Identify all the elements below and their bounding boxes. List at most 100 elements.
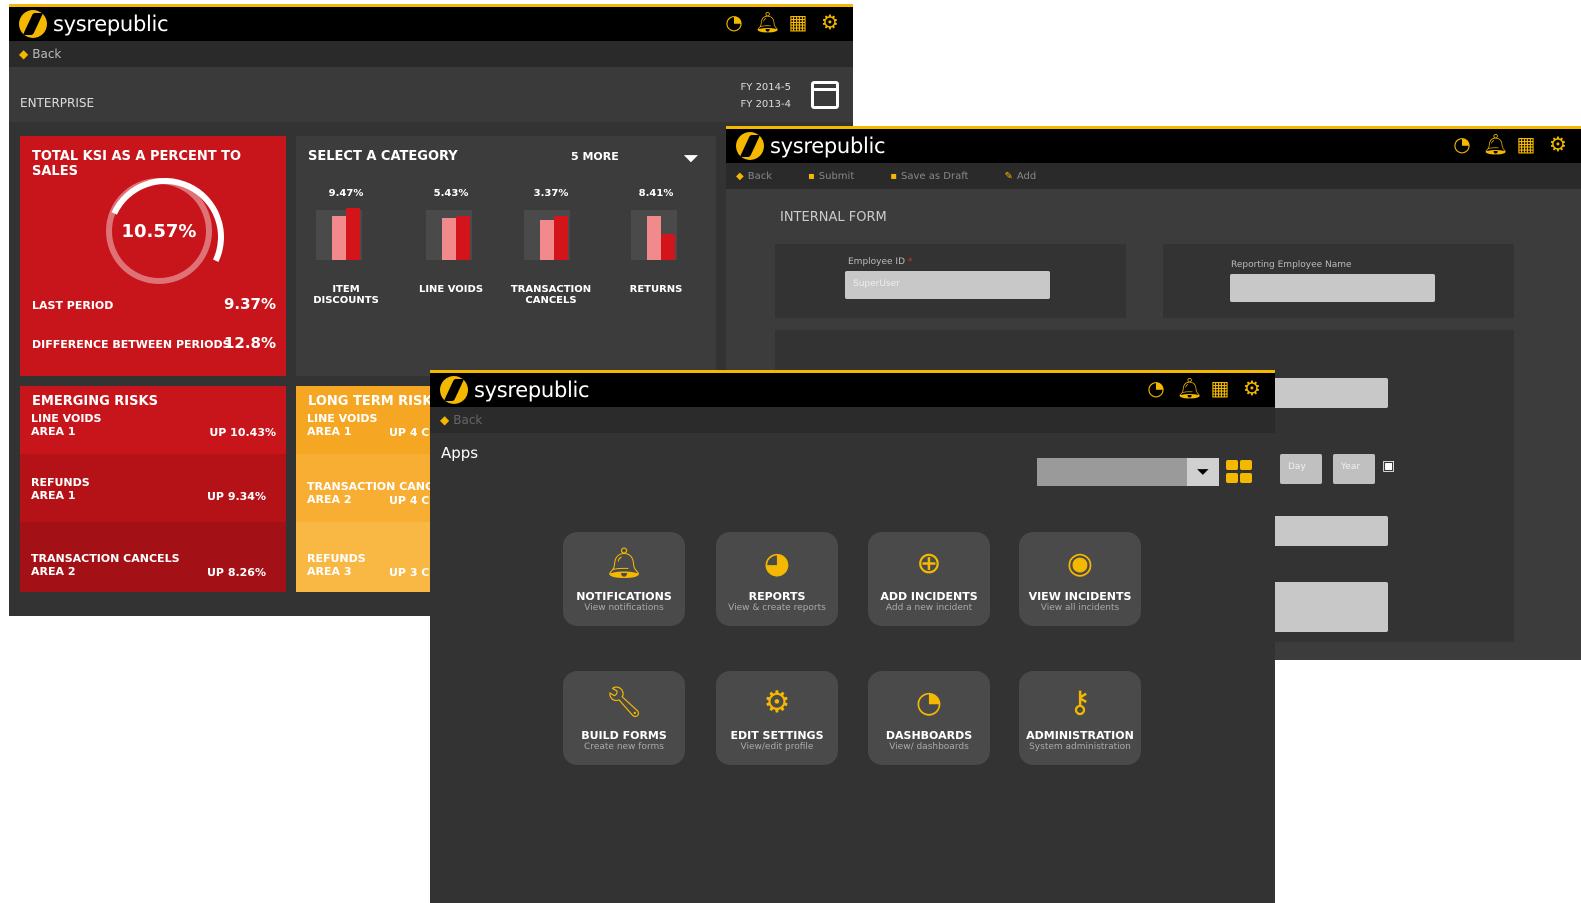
back-link[interactable]: ◆ Back [19,47,79,61]
app-title: ADD INCIDENTS [880,590,978,603]
employee-id-group: Employee ID * SuperUser [775,244,1126,318]
logo-icon [19,10,47,38]
fy-previous[interactable]: FY 2013-4 [741,96,791,113]
app-tile-build-forms[interactable]: 🔧︎ BUILD FORMS Create new forms [563,671,685,765]
back-button[interactable]: ◆ Back [736,171,790,182]
risk-change: UP 4 C [389,494,430,507]
logo[interactable]: sysrepublic [19,10,169,38]
add-button[interactable]: ✎ Add [1004,171,1054,182]
fy-current[interactable]: FY 2014-5 [741,79,791,96]
risk-name: LINE VOIDS [307,412,378,425]
diff-value: 12.8% [223,334,276,352]
search-input[interactable] [1037,458,1187,486]
risk-row[interactable]: REFUNDS AREA 3 UP 3 C [296,544,436,592]
category-label[interactable]: TRANSACTION CANCELS [501,284,601,306]
app-subtitle: View notifications [584,603,664,613]
logo-icon [736,132,764,160]
save-icon: ▪ [807,170,815,182]
add-label: Add [1016,170,1037,182]
app-title: REPORTS [748,590,806,603]
category-bar-item-discounts[interactable] [316,208,362,260]
app-tile-view-incidents[interactable]: ◉ VIEW INCIDENTS View all incidents [1019,532,1141,626]
grid-icon[interactable]: ▦ [787,11,809,33]
required-marker: * [907,257,913,267]
back-arrow-icon: ◆ [19,47,29,61]
category-label[interactable]: RETURNS [606,284,706,295]
save-draft-button[interactable]: ▪ Save as Draft [890,171,986,182]
ksi-ring: 10.57% [106,178,212,284]
grid-icon[interactable]: ▦ [1515,133,1537,155]
form-field[interactable] [1273,378,1388,408]
risk-row[interactable]: REFUNDS AREA 1 UP 9.34% [20,468,286,536]
key-icon: ⚷ [1069,685,1091,720]
dashboard-icon: ◔ [915,685,943,720]
reporting-employee-field[interactable] [1230,274,1435,302]
form-textarea[interactable] [1273,582,1388,632]
category-bar-returns[interactable] [631,210,677,260]
back-arrow-icon: ◆ [736,170,744,182]
app-subtitle: Add a new incident [885,603,973,613]
dashboard-icon[interactable]: ◔ [1145,377,1167,399]
risk-name: TRANSACTION CANCELS [31,552,180,565]
long-term-risks-tile[interactable]: LONG TERM RISKS LINE VOIDS AREA 1 UP 4 C… [296,386,436,592]
risk-row[interactable]: TRANSACTION CANC AREA 2 UP 4 C [296,472,436,540]
category-pct: 3.37% [533,188,569,199]
fy-selector[interactable]: FY 2014-5 FY 2013-4 [741,79,791,113]
year-field[interactable]: Year [1333,454,1375,484]
more-link[interactable]: 5 MORE [571,150,619,163]
gear-icon[interactable]: ⚙ [1547,133,1569,155]
submit-button[interactable]: ▪ Submit [808,171,872,182]
category-bar-transaction-cancels[interactable] [524,210,570,260]
risk-row[interactable]: LINE VOIDS AREA 1 UP 4 C [296,404,436,472]
filter-icon[interactable]: ⏷ [683,146,699,170]
plus-circle-icon: ⊕ [916,546,942,581]
app-tile-notifications[interactable]: 🔔︎ NOTIFICATIONS View notifications [563,532,685,626]
logo[interactable]: sysrepublic [440,376,590,404]
filter-button[interactable]: ⏷ [1187,458,1219,486]
app-tile-reports[interactable]: ◕ REPORTS View & create reports [716,532,838,626]
grid-view-button[interactable] [1226,460,1254,484]
category-label-line2: LINE VOIDS [418,284,484,295]
app-title: DASHBOARDS [885,729,973,742]
pie-chart-icon: ◕ [763,546,791,581]
emerging-risks-tile[interactable]: EMERGING RISKS LINE VOIDS AREA 1 UP 10.4… [20,386,286,592]
gear-icon[interactable]: ⚙ [819,11,841,33]
gear-icon[interactable]: ⚙ [1241,377,1263,399]
employee-id-field[interactable]: SuperUser [845,271,1050,299]
category-label[interactable]: LINE VOIDS [401,284,501,295]
form-field[interactable] [1273,516,1388,546]
risk-change: UP 9.34% [207,490,266,503]
app-tile-add-incidents[interactable]: ⊕ ADD INCIDENTS Add a new incident [868,532,990,626]
filter-icon: ⏷ [1196,462,1210,481]
bell-icon[interactable]: 🔔︎ [1177,377,1202,399]
bell-icon[interactable]: 🔔︎ [1483,133,1508,155]
brand-name: sysrepublic [474,378,590,402]
logo[interactable]: sysrepublic [736,132,886,160]
nav-bar: ◆ Back [9,41,853,67]
back-label: Back [32,47,62,61]
risk-name: REFUNDS [31,476,90,489]
calendar-icon[interactable]: ▣ [1382,458,1395,474]
ksi-value: 10.57% [121,220,197,242]
reporting-employee-group: Reporting Employee Name [1163,244,1514,318]
dashboard-icon[interactable]: ◔ [723,11,745,33]
app-tile-administration[interactable]: ⚷ ADMINISTRATION System administration [1019,671,1141,765]
back-label: Back [747,170,772,182]
risk-row[interactable]: LINE VOIDS AREA 1 UP 10.43% [20,404,286,472]
day-field[interactable]: Day [1280,454,1322,484]
app-title: BUILD FORMS [581,729,667,742]
calendar-icon[interactable] [811,81,839,109]
bell-icon[interactable]: 🔔︎ [755,11,780,33]
risk-name: LINE VOIDS [31,412,102,425]
ksi-tile[interactable]: TOTAL KSI AS A PERCENT TO SALES 10.57% L… [20,136,286,376]
app-tile-dashboards[interactable]: ◔ DASHBOARDS View/ dashboards [868,671,990,765]
dashboard-icon[interactable]: ◔ [1451,133,1473,155]
grid-icon[interactable]: ▦ [1209,377,1231,399]
app-tile-edit-settings[interactable]: ⚙ EDIT SETTINGS View/edit profile [716,671,838,765]
app-subtitle: View/edit profile [740,742,814,752]
back-link[interactable]: ◆ Back [440,413,500,427]
risk-change: UP 10.43% [209,426,276,439]
category-bar-line-voids[interactable] [426,210,472,260]
risk-row[interactable]: TRANSACTION CANCELS AREA 2 UP 8.26% [20,544,286,612]
category-label[interactable]: ITEM DISCOUNTS [296,284,396,306]
